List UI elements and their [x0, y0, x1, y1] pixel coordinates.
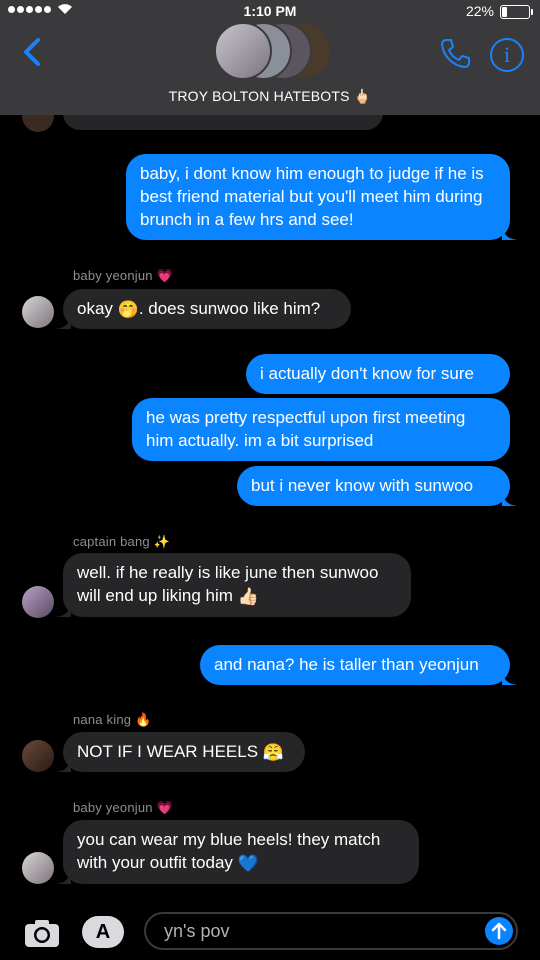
message-text: . does sunwoo like him? — [138, 299, 321, 318]
status-bar: 1:10 PM 22% — [0, 0, 540, 22]
message-text: but i never know with sunwoo — [251, 476, 474, 495]
message-text: NOT IF I WEAR HEELS — [77, 742, 263, 761]
message-input-text: yn's pov — [164, 921, 230, 941]
message-text: you can wear my blue heels! they match w… — [77, 830, 381, 872]
group-avatars[interactable] — [214, 22, 332, 80]
avatar — [22, 740, 54, 772]
shushing-emoji-icon: 🤭 — [117, 300, 139, 320]
message-text: well. if he really is like june then sun… — [77, 563, 379, 605]
group-name[interactable]: TROY BOLTON HATEBOTS 🖕🏻 — [0, 88, 540, 105]
message-bubble-outgoing[interactable]: i actually don't know for sure — [246, 354, 510, 394]
message-bubble-outgoing[interactable]: baby, i dont know him enough to judge if… — [126, 154, 516, 240]
avatar — [22, 296, 54, 328]
message-bubble-incoming[interactable]: okay 🤭. does sunwoo like him? — [57, 289, 351, 329]
message-bubble-incoming[interactable]: you can wear my blue heels! they match w… — [57, 820, 419, 884]
message-bubble-incoming[interactable]: NOT IF I WEAR HEELS 😤 — [57, 732, 305, 772]
arrow-up-icon — [491, 922, 507, 940]
message-text: i actually don't know for sure — [260, 364, 474, 383]
sender-name: nana king 🔥 — [73, 712, 152, 727]
phone-icon[interactable] — [438, 36, 472, 70]
message-text: he was pretty respectful upon first meet… — [146, 408, 466, 450]
sender-name: baby yeonjun 💗 — [73, 800, 173, 815]
thumbs-up-emoji-icon: 👍🏻 — [237, 587, 259, 607]
battery-icon — [500, 5, 533, 19]
message-text: baby, i dont know him enough to judge if… — [140, 164, 484, 229]
compose-toolbar: A yn's pov — [0, 898, 540, 960]
message-text: okay — [77, 299, 118, 318]
back-chevron-icon[interactable] — [14, 32, 54, 72]
angry-face-emoji-icon: 😤 — [262, 743, 284, 763]
info-icon[interactable]: i — [490, 38, 524, 72]
send-button[interactable] — [485, 917, 513, 945]
message-input[interactable]: yn's pov — [144, 912, 518, 950]
message-bubble-incoming[interactable]: well. if he really is like june then sun… — [57, 553, 411, 617]
message-bubble-outgoing[interactable]: but i never know with sunwoo — [237, 466, 516, 506]
status-time: 1:10 PM — [243, 3, 297, 19]
message-text: and nana? he is taller than yeonjun — [214, 655, 479, 674]
avatar — [214, 22, 272, 80]
message-bubble-outgoing[interactable]: and nana? he is taller than yeonjun — [200, 645, 516, 685]
camera-icon[interactable] — [24, 918, 60, 948]
battery-percent: 22% — [465, 3, 494, 19]
app-store-icon[interactable]: A — [82, 916, 124, 948]
blue-heart-emoji-icon: 💙 — [237, 854, 259, 874]
sender-name: baby yeonjun 💗 — [73, 268, 173, 283]
avatar — [22, 586, 54, 618]
avatar — [22, 852, 54, 884]
message-bubble-outgoing[interactable]: he was pretty respectful upon first meet… — [132, 398, 510, 461]
sender-name: captain bang ✨ — [73, 534, 171, 549]
